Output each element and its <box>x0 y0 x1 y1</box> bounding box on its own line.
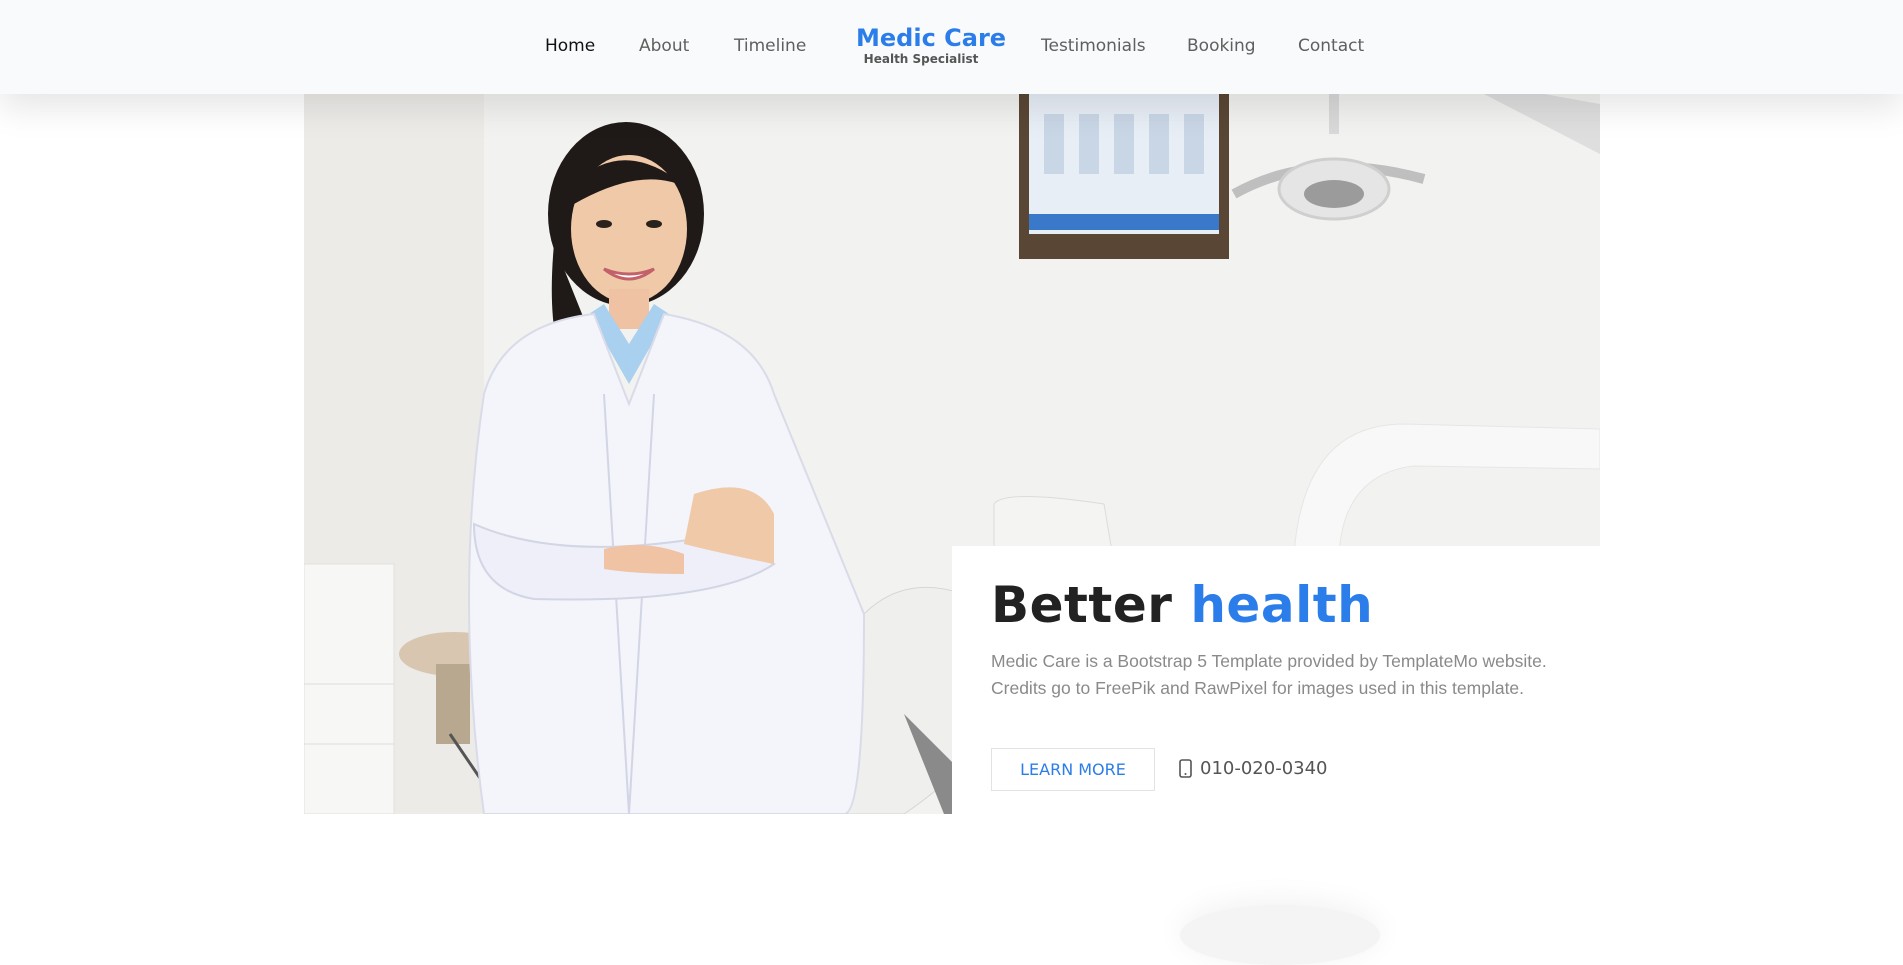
hero-title-part1: Better <box>991 576 1173 634</box>
nav-timeline-link[interactable]: Timeline <box>734 36 806 56</box>
nav-booking-link[interactable]: Booking <box>1187 36 1256 56</box>
nav-about-link[interactable]: About <box>639 36 689 56</box>
learn-more-button[interactable]: LEARN MORE <box>991 748 1155 791</box>
phone-link[interactable]: 010-020-0340 <box>1179 758 1328 779</box>
nav-contact-link[interactable]: Contact <box>1298 36 1364 56</box>
brand-logo[interactable]: Medic Care Health Specialist <box>856 24 1007 66</box>
phone-icon <box>1179 759 1192 778</box>
brand-name: Medic Care <box>856 24 1007 52</box>
hero-caption-card: Better health Medic Care is a Bootstrap … <box>952 546 1600 814</box>
decorative-blob <box>1180 905 1380 965</box>
nav-testimonials-link[interactable]: Testimonials <box>1041 36 1146 56</box>
nav-home-link[interactable]: Home <box>545 36 595 56</box>
hero-actions: LEARN MORE 010-020-0340 <box>991 748 1551 792</box>
hero-description: Medic Care is a Bootstrap 5 Template pro… <box>991 651 1547 698</box>
hero-title: Better health <box>991 576 1560 634</box>
brand-tagline: Health Specialist <box>863 52 979 66</box>
phone-number: 010-020-0340 <box>1200 758 1328 779</box>
top-navbar: Home About Timeline Medic Care Health Sp… <box>0 0 1903 94</box>
hero-title-accent: health <box>1190 576 1374 634</box>
